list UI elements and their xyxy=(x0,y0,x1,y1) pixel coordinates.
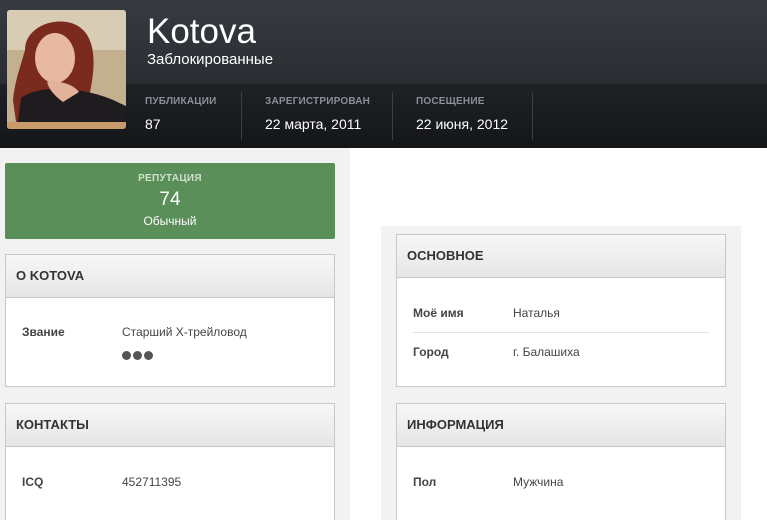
gender-label: Пол xyxy=(413,475,437,489)
stat-last-visit: ПОСЕЩЕНИЕ 22 июня, 2012 xyxy=(416,96,508,136)
rank-pips xyxy=(122,347,155,365)
stat-value: 22 июня, 2012 xyxy=(416,116,509,132)
city-label: Город xyxy=(413,345,449,359)
rank-value: Старший X-трейловод xyxy=(122,325,247,339)
basic-info-block: ОСНОВНОЕ Моё имя Наталья Город г. Балаши… xyxy=(396,234,726,387)
contacts-block: КОНТАКТЫ ICQ 452711395 xyxy=(5,403,335,520)
stat-value[interactable]: 87 xyxy=(145,116,217,132)
about-block-title: О KOTOVA xyxy=(6,255,334,298)
stat-posts: ПУБЛИКАЦИИ 87 xyxy=(145,96,217,136)
row-divider xyxy=(413,332,709,333)
rank-pip xyxy=(144,351,153,360)
stat-label: ПОСЕЩЕНИЕ xyxy=(416,96,485,107)
stat-divider xyxy=(532,92,533,140)
stat-registered: ЗАРЕГИСТРИРОВАН 22 марта, 2011 xyxy=(265,96,370,136)
basic-info-title: ОСНОВНОЕ xyxy=(397,235,725,278)
about-block: О KOTOVA Звание Старший X-трейловод xyxy=(5,254,335,387)
stat-label: ПУБЛИКАЦИИ xyxy=(145,96,217,107)
profile-group: Заблокированные xyxy=(147,51,274,68)
avatar[interactable] xyxy=(7,10,126,129)
icq-value[interactable]: 452711395 xyxy=(122,475,181,489)
reputation-box: РЕПУТАЦИЯ 74 Обычный xyxy=(5,163,335,239)
rank-pip xyxy=(122,351,131,360)
name-label: Моё имя xyxy=(413,306,464,320)
city-value: г. Балашиха xyxy=(513,345,580,359)
profile-username: Kotova xyxy=(147,12,256,51)
contacts-block-title: КОНТАКТЫ xyxy=(6,404,334,447)
reputation-text: Обычный xyxy=(143,214,197,228)
rank-pip xyxy=(133,351,142,360)
reputation-value: 74 xyxy=(159,189,181,210)
information-block: ИНФОРМАЦИЯ Пол Мужчина xyxy=(396,403,726,520)
stat-value: 22 марта, 2011 xyxy=(265,116,362,132)
icq-label: ICQ xyxy=(22,475,44,489)
name-value: Наталья xyxy=(513,306,560,320)
stat-label: ЗАРЕГИСТРИРОВАН xyxy=(265,96,371,107)
information-title: ИНФОРМАЦИЯ xyxy=(397,404,725,447)
avatar-photo xyxy=(7,10,126,129)
rank-label: Звание xyxy=(22,325,65,339)
reputation-label: РЕПУТАЦИЯ xyxy=(138,173,202,184)
gender-value: Мужчина xyxy=(513,475,564,489)
stat-divider xyxy=(241,92,242,140)
stat-divider xyxy=(392,92,393,140)
